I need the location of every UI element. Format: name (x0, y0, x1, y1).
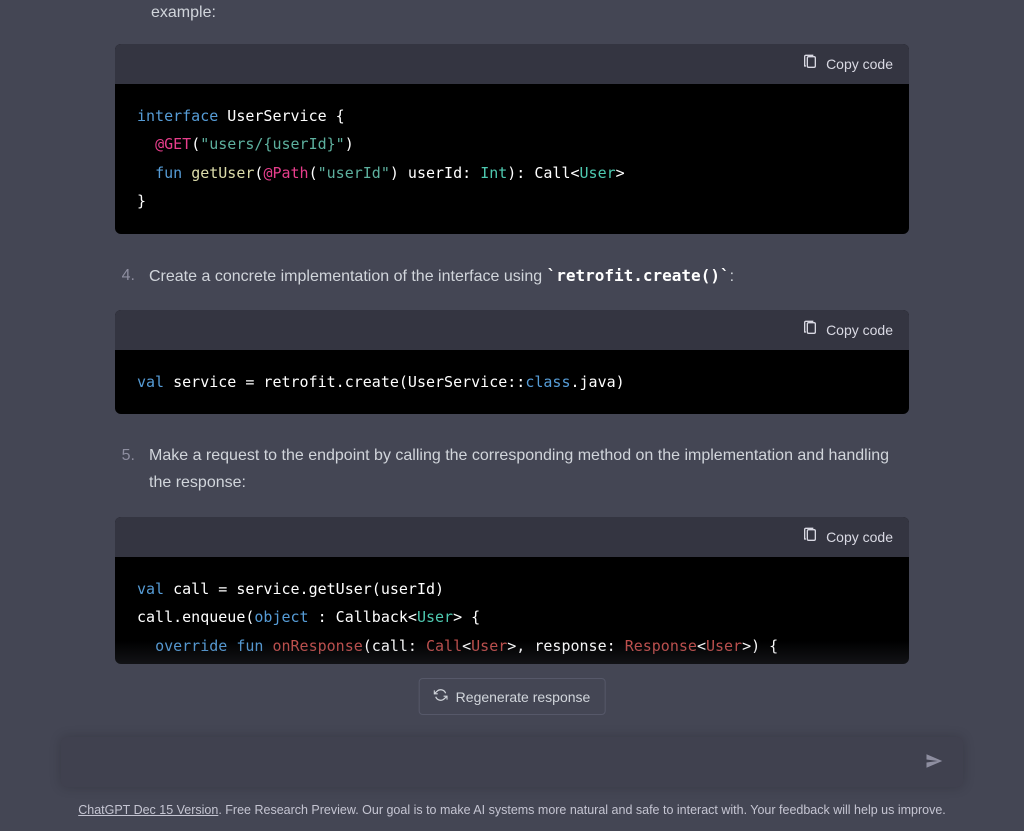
list-body: Make a request to the endpoint by callin… (149, 442, 909, 496)
code-block-3: Copy code val call = service.getUser(use… (115, 517, 909, 665)
code-block-2: Copy code val service = retrofit.create(… (115, 310, 909, 415)
clipboard-icon (802, 320, 818, 339)
copy-code-button[interactable]: Copy code (802, 320, 893, 339)
regenerate-response-button[interactable]: Regenerate response (419, 678, 606, 715)
list-item-4: 4. Create a concrete implementation of t… (115, 262, 909, 290)
list-item-5: 5. Make a request to the endpoint by cal… (115, 442, 909, 496)
copy-code-label: Copy code (826, 56, 893, 72)
copy-code-button[interactable]: Copy code (802, 527, 893, 546)
chat-input[interactable] (77, 753, 921, 771)
message-content: example: Copy code interface UserService… (115, 0, 909, 664)
copy-code-label: Copy code (826, 529, 893, 545)
chat-input-bar (61, 737, 963, 787)
code-header: Copy code (115, 310, 909, 350)
list-body: Create a concrete implementation of the … (149, 262, 909, 290)
code-header: Copy code (115, 517, 909, 557)
footer-text: . Free Research Preview. Our goal is to … (218, 803, 945, 817)
code-body: val service = retrofit.create(UserServic… (115, 350, 909, 415)
list-number: 5. (115, 442, 135, 496)
regenerate-label: Regenerate response (456, 689, 591, 705)
code-header: Copy code (115, 44, 909, 84)
send-button[interactable] (921, 748, 947, 777)
code-block-1: Copy code interface UserService { @GET("… (115, 44, 909, 234)
copy-code-button[interactable]: Copy code (802, 54, 893, 73)
code-body: val call = service.getUser(userId) call.… (115, 557, 909, 665)
copy-code-label: Copy code (826, 322, 893, 338)
code-body: interface UserService { @GET("users/{use… (115, 84, 909, 234)
clipboard-icon (802, 527, 818, 546)
intro-text: example: (151, 0, 909, 26)
inline-code: `retrofit.create()` (547, 266, 730, 285)
clipboard-icon (802, 54, 818, 73)
refresh-icon (434, 688, 448, 705)
version-link[interactable]: ChatGPT Dec 15 Version (78, 803, 218, 817)
list-number: 4. (115, 262, 135, 290)
footer-disclaimer: ChatGPT Dec 15 Version. Free Research Pr… (0, 803, 1024, 817)
send-icon (925, 758, 943, 773)
